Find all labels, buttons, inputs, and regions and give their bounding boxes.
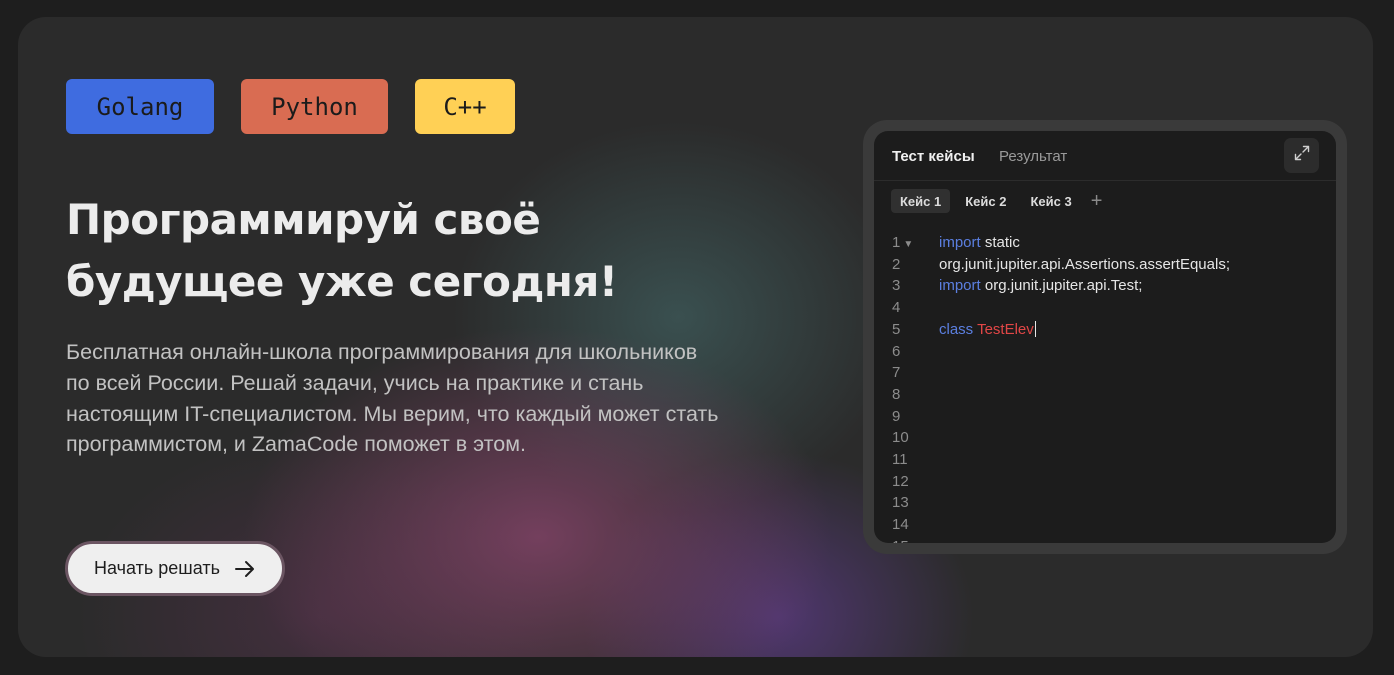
line-number: 2 xyxy=(892,255,901,273)
line-number: 15 xyxy=(892,536,932,543)
text-caret xyxy=(1034,320,1037,337)
tag-golang[interactable]: Golang xyxy=(66,79,214,134)
code-keyword: import xyxy=(939,277,981,295)
line-number: 7 xyxy=(892,364,901,382)
line-number: 8 xyxy=(892,385,901,403)
code-editor: Тест кейсы Результат Кейс 1 Кейс 2 Кейс … xyxy=(874,131,1336,543)
line-number: 4 xyxy=(892,299,901,317)
tag-python[interactable]: Python xyxy=(241,79,388,134)
start-solving-button[interactable]: Начать решать xyxy=(65,541,285,596)
fold-arrow-icon[interactable]: ▼ xyxy=(903,239,913,250)
start-solving-label: Начать решать xyxy=(94,558,220,578)
code-keyword: class xyxy=(939,320,974,338)
line-number: 3 xyxy=(892,277,901,295)
hero-title: Программируй своё будущее уже сегодня! xyxy=(66,189,766,313)
case-tab-3[interactable]: Кейс 3 xyxy=(1021,189,1080,213)
line-number: 14 xyxy=(892,516,909,534)
code-line-5: class TestElev xyxy=(939,319,1037,341)
line-number: 1 ▼ xyxy=(892,234,914,251)
expand-icon xyxy=(1294,145,1310,166)
tag-cpp[interactable]: C++ xyxy=(415,79,515,134)
code-line-1: import static xyxy=(939,234,1020,251)
line-number: 12 xyxy=(892,472,909,490)
add-case-button[interactable]: + xyxy=(1087,189,1107,213)
hero-title-line2: будущее уже сегодня! xyxy=(66,257,618,306)
line-number: 9 xyxy=(892,407,901,425)
tab-test-cases[interactable]: Тест кейсы xyxy=(892,148,975,165)
code-editor-frame: Тест кейсы Результат Кейс 1 Кейс 2 Кейс … xyxy=(863,120,1347,554)
code-line-2: org.junit.jupiter.api.Assertions.assertE… xyxy=(939,255,1230,273)
hero-description: Бесплатная онлайн-школа программирования… xyxy=(66,340,719,457)
case-tab-1[interactable]: Кейс 1 xyxy=(891,189,951,213)
expand-button[interactable] xyxy=(1284,138,1319,173)
case-tabs: Кейс 1 Кейс 2 Кейс 3 + xyxy=(891,189,1106,213)
tab-result[interactable]: Результат xyxy=(999,148,1067,165)
language-tags: Golang Python C++ xyxy=(66,79,515,134)
case-tab-2[interactable]: Кейс 2 xyxy=(956,189,1015,213)
line-number: 11 xyxy=(892,451,908,468)
arrow-right-icon xyxy=(234,560,256,578)
hero-section: Golang Python C++ Программируй своё будущ… xyxy=(18,17,1373,657)
line-number: 13 xyxy=(892,494,909,512)
code-class-name: TestElev xyxy=(973,320,1034,338)
hero-title-line1: Программируй своё xyxy=(66,195,541,244)
line-number: 5 xyxy=(892,320,901,338)
line-number: 10 xyxy=(892,429,909,447)
code-line-3: import org.junit.jupiter.api.Test; xyxy=(939,277,1143,295)
editor-header: Тест кейсы Результат xyxy=(874,131,1336,181)
code-keyword: import xyxy=(939,234,981,251)
line-number: 6 xyxy=(892,342,901,360)
